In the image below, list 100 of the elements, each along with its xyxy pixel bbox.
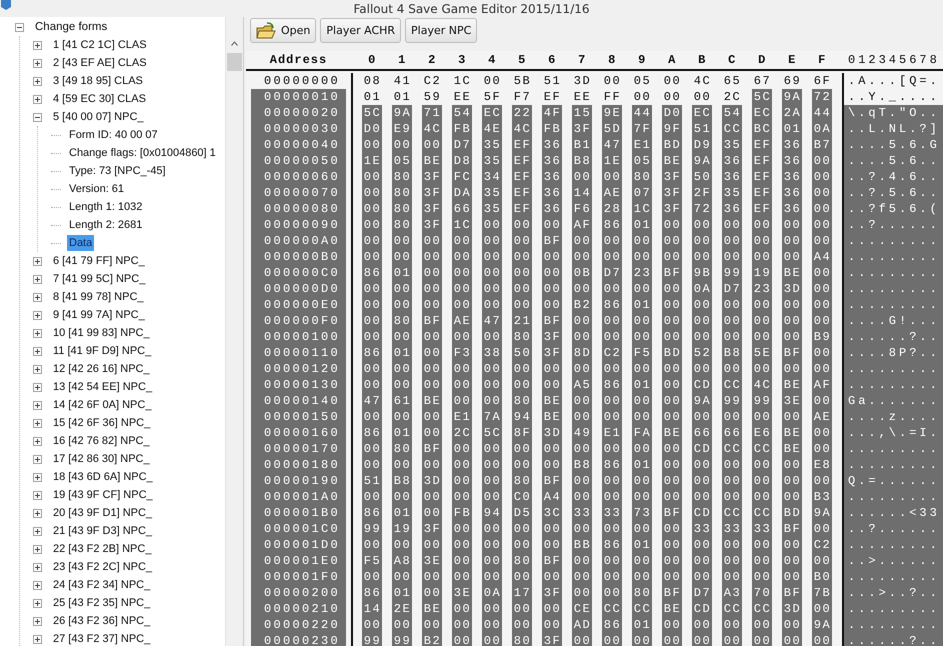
hex-byte[interactable]: 86 xyxy=(362,425,382,441)
hex-byte[interactable]: 00 xyxy=(422,505,442,521)
hex-byte[interactable]: A5 xyxy=(572,377,592,393)
hex-byte[interactable]: 4E xyxy=(482,121,502,137)
hex-byte[interactable]: 35 xyxy=(482,201,502,217)
tree-item[interactable]: 1 [41 C2 1C] CLAS xyxy=(51,37,149,53)
hex-byte[interactable]: 00 xyxy=(722,457,742,473)
hex-byte[interactable]: CE xyxy=(572,601,592,617)
hex-byte[interactable]: 66 xyxy=(692,425,712,441)
hex-byte[interactable]: EF xyxy=(752,137,772,153)
tree-item[interactable]: 27 [43 F2 37] NPC_ xyxy=(51,631,152,646)
hex-byte[interactable]: 00 xyxy=(782,329,802,345)
hex-byte[interactable]: 01 xyxy=(632,537,652,553)
hex-byte[interactable]: 00 xyxy=(812,297,832,313)
hex-byte[interactable]: 00 xyxy=(662,73,682,89)
hex-byte[interactable]: CD xyxy=(692,505,712,521)
hex-byte[interactable]: 1E xyxy=(602,153,622,169)
hex-byte[interactable]: 00 xyxy=(662,361,682,377)
expand-icon[interactable] xyxy=(33,292,42,302)
tree-item[interactable]: 11 [41 9F D9] NPC_ xyxy=(51,343,154,359)
hex-byte[interactable]: 00 xyxy=(812,441,832,457)
hex-byte[interactable]: BF xyxy=(782,585,802,601)
hex-byte[interactable]: 72 xyxy=(812,89,832,105)
hex-byte[interactable]: 00 xyxy=(422,137,442,153)
hex-byte[interactable]: 08 xyxy=(362,73,382,89)
expand-icon[interactable] xyxy=(33,40,42,50)
hex-byte[interactable]: CC xyxy=(632,601,652,617)
hex-byte[interactable]: D5 xyxy=(512,505,532,521)
hex-byte[interactable]: 3D xyxy=(782,601,802,617)
hex-byte[interactable]: 86 xyxy=(602,377,622,393)
hex-byte[interactable]: EE xyxy=(572,89,592,105)
hex-byte[interactable]: 00 xyxy=(512,617,532,633)
hex-byte[interactable]: 00 xyxy=(422,265,442,281)
hex-byte[interactable]: BB xyxy=(572,537,592,553)
hex-byte[interactable]: 38 xyxy=(482,345,502,361)
hex-byte[interactable]: 51 xyxy=(692,121,712,137)
hex-byte[interactable]: EF xyxy=(752,201,772,217)
expand-icon[interactable] xyxy=(33,58,42,68)
hex-byte[interactable]: 00 xyxy=(482,521,502,537)
hex-byte[interactable]: 05 xyxy=(632,153,652,169)
hex-byte[interactable]: A3 xyxy=(722,585,742,601)
hex-byte[interactable]: 00 xyxy=(452,441,472,457)
expand-icon[interactable] xyxy=(33,616,42,626)
hex-byte[interactable]: 23 xyxy=(752,281,772,297)
hex-byte[interactable]: 00 xyxy=(572,569,592,585)
hex-byte[interactable]: 00 xyxy=(662,457,682,473)
hex-byte[interactable]: 00 xyxy=(512,569,532,585)
hex-byte[interactable]: 00 xyxy=(692,313,712,329)
hex-byte[interactable]: FA xyxy=(632,425,652,441)
expand-icon[interactable] xyxy=(33,454,42,464)
hex-byte[interactable]: F7 xyxy=(512,89,532,105)
hex-byte[interactable]: 00 xyxy=(572,473,592,489)
hex-byte[interactable]: 00 xyxy=(482,361,502,377)
hex-byte[interactable]: 01 xyxy=(392,585,412,601)
hex-byte[interactable]: 5C xyxy=(482,425,502,441)
hex-byte[interactable]: 86 xyxy=(602,537,622,553)
hex-byte[interactable]: 00 xyxy=(512,297,532,313)
hex-byte[interactable]: 0B xyxy=(572,265,592,281)
expand-icon[interactable] xyxy=(33,580,42,590)
hex-byte[interactable]: BF xyxy=(542,473,562,489)
hex-byte[interactable]: 36 xyxy=(722,201,742,217)
tree-item[interactable]: 6 [41 79 FF] NPC_ xyxy=(51,253,147,269)
hex-byte[interactable]: 66 xyxy=(722,425,742,441)
hex-byte[interactable]: 50 xyxy=(692,169,712,185)
hex-byte[interactable]: 00 xyxy=(572,585,592,601)
hex-byte[interactable]: 00 xyxy=(722,409,742,425)
tree-item[interactable]: 3 [49 18 95] CLAS xyxy=(51,73,145,89)
hex-byte[interactable]: 00 xyxy=(422,585,442,601)
hex-byte[interactable]: 0A xyxy=(692,281,712,297)
hex-byte[interactable]: 00 xyxy=(542,441,562,457)
expand-icon[interactable] xyxy=(33,346,42,356)
hex-byte[interactable]: 6F xyxy=(812,73,832,89)
hex-byte[interactable]: B2 xyxy=(572,297,592,313)
hex-byte[interactable]: 33 xyxy=(722,521,742,537)
hex-byte[interactable]: EF xyxy=(512,153,532,169)
hex-byte[interactable]: 00 xyxy=(722,633,742,646)
hex-byte[interactable]: 5C xyxy=(752,89,772,105)
hex-byte[interactable]: 9B xyxy=(692,265,712,281)
hex-byte[interactable]: 00 xyxy=(812,233,832,249)
hex-byte[interactable]: 00 xyxy=(572,233,592,249)
hex-byte[interactable]: D0 xyxy=(362,121,382,137)
hex-byte[interactable]: 1C xyxy=(632,201,652,217)
hex-byte[interactable]: 00 xyxy=(452,249,472,265)
hex-byte[interactable]: 00 xyxy=(662,89,682,105)
hex-byte[interactable]: 00 xyxy=(602,585,622,601)
hex-byte[interactable]: 00 xyxy=(392,617,412,633)
hex-byte[interactable]: 00 xyxy=(692,217,712,233)
hex-byte[interactable]: E1 xyxy=(452,409,472,425)
hex-byte[interactable]: 05 xyxy=(632,73,652,89)
hex-byte[interactable]: 9A xyxy=(692,153,712,169)
tree-item[interactable]: 10 [41 99 83] NPC_ xyxy=(51,325,152,341)
hex-byte[interactable]: 00 xyxy=(392,489,412,505)
hex-byte[interactable]: BE xyxy=(542,393,562,409)
tree-item[interactable]: 4 [59 EC 30] CLAS xyxy=(51,91,148,107)
hex-byte[interactable]: 00 xyxy=(482,265,502,281)
hex-byte[interactable]: EF xyxy=(752,169,772,185)
hex-byte[interactable]: 3F xyxy=(422,521,442,537)
hex-byte[interactable]: 65 xyxy=(722,73,742,89)
hex-byte[interactable]: 00 xyxy=(362,169,382,185)
tree-item[interactable]: 25 [43 F2 35] NPC_ xyxy=(51,595,152,611)
